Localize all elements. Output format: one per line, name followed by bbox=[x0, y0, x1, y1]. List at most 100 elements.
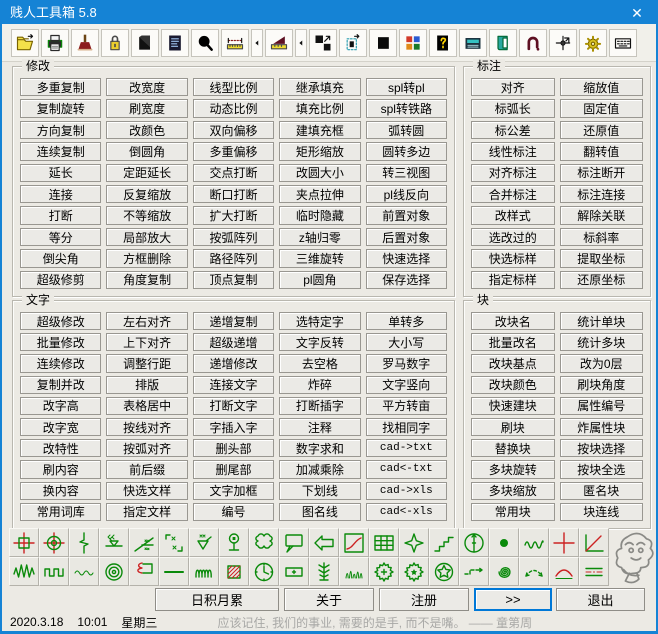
symbol-centerline-pair-button[interactable] bbox=[579, 557, 609, 586]
block-tool-button[interactable]: 统计单块 bbox=[559, 312, 643, 331]
text-tool-button[interactable]: 上下对齐 bbox=[106, 333, 188, 352]
modify-tool-button[interactable]: 线型比例 bbox=[192, 78, 275, 97]
text-tool-button[interactable]: cad->txt bbox=[365, 439, 447, 458]
text-tool-button[interactable]: 找相同字 bbox=[365, 418, 447, 437]
modify-tool-button[interactable]: pl圆角 bbox=[279, 270, 361, 289]
text-tool-button[interactable]: 连接文字 bbox=[192, 375, 275, 394]
symbol-slope-mark-button[interactable] bbox=[129, 528, 159, 557]
symbol-hollow-arrow-button[interactable] bbox=[309, 528, 339, 557]
symbol-check-triangle-button[interactable] bbox=[189, 528, 219, 557]
block-tool-button[interactable]: 改块基点 bbox=[471, 354, 555, 373]
modify-tool-button[interactable]: 夹点拉伸 bbox=[279, 184, 361, 204]
dimension-tool-button[interactable]: 解除关联 bbox=[559, 206, 643, 225]
text-tool-button[interactable]: 调整行距 bbox=[106, 354, 188, 373]
modify-tool-button[interactable]: 后置对象 bbox=[365, 227, 447, 247]
block-tool-button[interactable]: 多块缩放 bbox=[471, 481, 555, 500]
modify-tool-button[interactable]: 延长 bbox=[20, 163, 102, 182]
symbol-break-symbol-button[interactable] bbox=[69, 528, 99, 557]
text-tool-button[interactable]: 打断文字 bbox=[192, 396, 275, 415]
modify-tool-button[interactable]: 建填充框 bbox=[279, 120, 361, 140]
dimension-tool-button[interactable]: 指定标样 bbox=[471, 270, 555, 289]
text-tool-button[interactable]: 刷内容 bbox=[20, 460, 102, 479]
modify-tool-button[interactable]: z轴归零 bbox=[279, 227, 361, 247]
text-tool-button[interactable]: cad<-txt bbox=[365, 460, 447, 479]
symbol-gear-plus-button[interactable] bbox=[369, 557, 399, 586]
dimension-tool-button[interactable]: 标注连接 bbox=[559, 184, 643, 204]
modify-tool-button[interactable]: 改宽度 bbox=[106, 78, 188, 97]
symbol-circled-star-button[interactable] bbox=[429, 557, 459, 586]
modify-tool-button[interactable]: 前置对象 bbox=[365, 206, 447, 225]
symbol-four-point-star-button[interactable] bbox=[399, 528, 429, 557]
toolbar-calculator-button[interactable] bbox=[459, 28, 487, 57]
text-tool-button[interactable]: cad->xls bbox=[365, 481, 447, 500]
modify-tool-button[interactable]: 矩形缩放 bbox=[279, 142, 361, 161]
modify-tool-button[interactable]: 转三视图 bbox=[365, 163, 447, 182]
symbol-red-cross-button[interactable] bbox=[549, 528, 579, 557]
modify-tool-button[interactable]: 双向偏移 bbox=[192, 120, 275, 140]
dimension-tool-button[interactable]: 选改过的 bbox=[471, 227, 555, 247]
toolbar-keyboard-button[interactable] bbox=[609, 28, 637, 57]
toolbar-scale-objects-button[interactable] bbox=[309, 28, 337, 57]
toolbar-open-file-button[interactable] bbox=[11, 28, 39, 57]
block-tool-button[interactable]: 多块旋转 bbox=[471, 460, 555, 479]
modify-tool-button[interactable]: 复制旋转 bbox=[20, 99, 102, 118]
symbol-plant-symbol-button[interactable] bbox=[309, 557, 339, 586]
block-tool-button[interactable]: 刷块 bbox=[471, 418, 555, 437]
block-tool-button[interactable]: 按块全选 bbox=[559, 460, 643, 479]
text-tool-button[interactable]: 改特性 bbox=[20, 439, 102, 458]
toolbar-magnifier-button[interactable] bbox=[191, 28, 219, 57]
text-tool-button[interactable]: 超级递增 bbox=[192, 333, 275, 352]
symbol-dashed-step-arrow-button[interactable] bbox=[459, 557, 489, 586]
toolbar-color-grid-button[interactable] bbox=[399, 28, 427, 57]
dimension-tool-button[interactable]: 合并标注 bbox=[471, 184, 555, 204]
dimension-tool-button[interactable]: 标弧长 bbox=[471, 99, 555, 118]
modify-tool-button[interactable]: 改圆大小 bbox=[279, 163, 361, 182]
symbol-table-grid-button[interactable] bbox=[369, 528, 399, 557]
dimension-tool-button[interactable]: 翻转值 bbox=[559, 142, 643, 161]
footer-button-exit[interactable]: 退出 bbox=[556, 588, 645, 611]
modify-tool-button[interactable]: 三维旋转 bbox=[279, 249, 361, 268]
text-tool-button[interactable]: 注释 bbox=[279, 418, 361, 437]
modify-tool-button[interactable]: 弧转圆 bbox=[365, 120, 447, 140]
toolbar-gear-button[interactable] bbox=[579, 28, 607, 57]
symbol-section-circle-button[interactable] bbox=[459, 528, 489, 557]
modify-tool-button[interactable]: 倒圆角 bbox=[106, 142, 188, 161]
text-tool-button[interactable]: 文字反转 bbox=[279, 333, 361, 352]
symbol-dotted-arc-button[interactable] bbox=[519, 557, 549, 586]
text-tool-button[interactable]: cad<-xls bbox=[365, 502, 447, 521]
block-tool-button[interactable]: 匿名块 bbox=[559, 481, 643, 500]
text-tool-button[interactable]: 编号 bbox=[192, 502, 275, 521]
block-tool-button[interactable]: 改为0层 bbox=[559, 354, 643, 373]
symbol-hatched-box-button[interactable] bbox=[219, 557, 249, 586]
modify-tool-button[interactable]: 连接 bbox=[20, 184, 102, 204]
dimension-tool-button[interactable]: 还原值 bbox=[559, 120, 643, 140]
block-tool-button[interactable]: 替换块 bbox=[471, 439, 555, 458]
symbol-grass-marks-button[interactable] bbox=[339, 557, 369, 586]
symbol-clock-button[interactable] bbox=[249, 557, 279, 586]
modify-tool-button[interactable]: 填充比例 bbox=[279, 99, 361, 118]
toolbar-dotted-selection-button[interactable] bbox=[339, 28, 367, 57]
symbol-axis-circle-button[interactable] bbox=[39, 528, 69, 557]
symbol-spiral-button[interactable] bbox=[489, 557, 519, 586]
symbol-lamp-post-button[interactable] bbox=[219, 528, 249, 557]
footer-button-register[interactable]: 注册 bbox=[379, 588, 469, 611]
dimension-tool-button[interactable]: 快选标样 bbox=[471, 249, 555, 268]
block-tool-button[interactable]: 炸属性块 bbox=[559, 418, 643, 437]
text-tool-button[interactable]: 连续修改 bbox=[20, 354, 102, 373]
modify-tool-button[interactable]: 交点打断 bbox=[192, 163, 275, 182]
dimension-tool-button[interactable]: 改样式 bbox=[471, 206, 555, 225]
symbol-axis-diagonal-button[interactable] bbox=[579, 528, 609, 557]
text-tool-button[interactable]: 数字求和 bbox=[279, 439, 361, 458]
dimension-tool-button[interactable]: 固定值 bbox=[559, 99, 643, 118]
block-tool-button[interactable]: 改块名 bbox=[471, 312, 555, 331]
text-tool-button[interactable]: 常用词库 bbox=[20, 502, 102, 521]
block-tool-button[interactable]: 块连线 bbox=[559, 502, 643, 521]
text-tool-button[interactable]: 去空格 bbox=[279, 354, 361, 373]
text-tool-button[interactable]: 打断插字 bbox=[279, 396, 361, 415]
toolbar-crosshair-move-button[interactable] bbox=[549, 28, 577, 57]
text-tool-button[interactable]: 选特定字 bbox=[279, 312, 361, 331]
modify-tool-button[interactable]: spl转pl bbox=[365, 78, 447, 97]
symbol-small-wave-button[interactable] bbox=[69, 557, 99, 586]
modify-tool-button[interactable]: 圆转多边 bbox=[365, 142, 447, 161]
text-tool-button[interactable]: 下划线 bbox=[279, 481, 361, 500]
